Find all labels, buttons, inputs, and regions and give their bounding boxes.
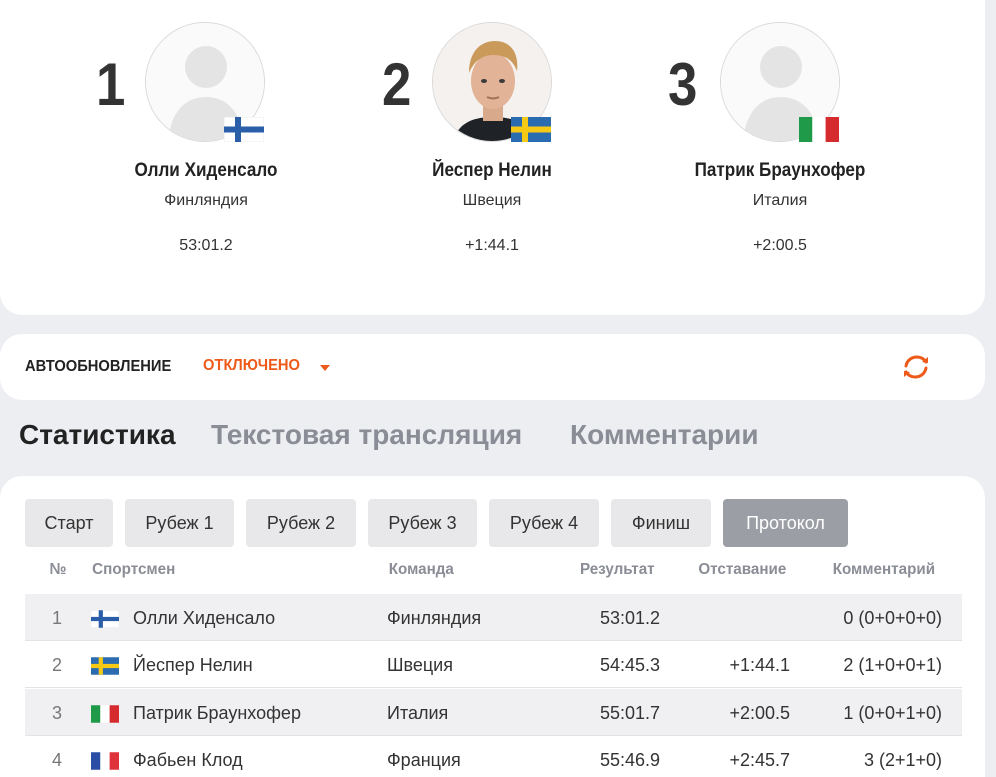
column-header-number: № bbox=[49, 561, 67, 578]
podium-card: 1 Олли Хиденсало Финляндия 53:01.2 2 Йес… bbox=[0, 0, 985, 315]
chevron-down-icon[interactable] bbox=[320, 365, 330, 371]
podium-country: Финляндия bbox=[164, 192, 248, 209]
segment-range2-button[interactable]: Рубеж 2 bbox=[246, 499, 356, 547]
row-gap: +1:44.1 bbox=[729, 655, 790, 675]
row-comment: 3 (2+1+0) bbox=[863, 750, 942, 770]
sweden-flag-icon bbox=[511, 117, 551, 142]
finland-flag-icon bbox=[91, 610, 119, 628]
podium-result: +2:00.5 bbox=[753, 237, 807, 254]
row-divider bbox=[25, 687, 962, 688]
row-team: Италия bbox=[387, 703, 449, 723]
podium-rank: 3 bbox=[668, 51, 698, 118]
podium-result: +1:44.1 bbox=[465, 237, 519, 254]
table-row[interactable]: 3 Патрик Браунхофер Италия 55:01.7 +2:00… bbox=[25, 689, 962, 736]
row-athlete[interactable]: Олли Хиденсало bbox=[133, 608, 275, 629]
row-athlete[interactable]: Патрик Браунхофер bbox=[133, 703, 301, 724]
row-athlete[interactable]: Йеспер Нелин bbox=[133, 655, 253, 676]
row-result: 54:45.3 bbox=[599, 655, 660, 675]
segment-range3-button[interactable]: Рубеж 3 bbox=[368, 499, 477, 547]
row-team: Франция bbox=[387, 750, 461, 770]
row-gap: +2:45.7 bbox=[729, 750, 790, 770]
podium-athlete-name[interactable]: Патрик Браунхофер bbox=[654, 160, 906, 182]
table-row[interactable]: 4 Фабьен Клод Франция 55:46.9 +2:45.7 3 … bbox=[25, 736, 962, 777]
row-result: 55:01.7 bbox=[599, 703, 660, 723]
row-team: Финляндия bbox=[387, 608, 482, 628]
row-comment: 1 (0+0+1+0) bbox=[843, 703, 942, 723]
segment-range4-button[interactable]: Рубеж 4 bbox=[489, 499, 599, 547]
table-row[interactable]: 2 Йеспер Нелин Швеция 54:45.3 +1:44.1 2 … bbox=[25, 641, 962, 688]
row-number: 1 bbox=[52, 608, 63, 628]
segment-start-button[interactable]: Старт bbox=[25, 499, 113, 547]
column-header-team: Команда bbox=[388, 561, 454, 578]
column-header-athlete: Спортсмен bbox=[92, 561, 176, 578]
tab-text-broadcast[interactable]: Текстовая трансляция bbox=[211, 419, 522, 451]
row-number: 3 bbox=[52, 703, 63, 723]
row-result: 55:46.9 bbox=[599, 750, 660, 770]
podium-country: Италия bbox=[752, 192, 808, 209]
segment-protocol-button[interactable]: Протокол bbox=[723, 499, 848, 547]
podium-athlete-name[interactable]: Йеспер Нелин bbox=[366, 160, 618, 182]
tab-statistics[interactable]: Статистика bbox=[19, 419, 176, 451]
sweden-flag-icon bbox=[91, 657, 119, 675]
row-athlete[interactable]: Фабьен Клод bbox=[133, 750, 243, 771]
france-flag-icon bbox=[91, 752, 119, 770]
row-gap: +2:00.5 bbox=[729, 703, 790, 723]
column-header-gap: Отставание bbox=[698, 561, 787, 578]
podium-athlete-name[interactable]: Олли Хиденсало bbox=[80, 160, 332, 182]
row-number: 2 bbox=[52, 655, 63, 675]
segment-finish-button[interactable]: Финиш bbox=[611, 499, 711, 547]
autoupdate-toggle[interactable]: ОТКЛЮЧЕНО bbox=[203, 357, 300, 375]
row-number: 4 bbox=[52, 750, 63, 770]
finland-flag-icon bbox=[224, 117, 264, 142]
row-result: 53:01.2 bbox=[599, 608, 660, 628]
autoupdate-label: АВТООБНОВЛЕНИЕ bbox=[25, 358, 172, 375]
table-row[interactable]: 1 Олли Хиденсало Финляндия 53:01.2 0 (0+… bbox=[25, 594, 962, 641]
row-comment: 2 (1+0+0+1) bbox=[843, 655, 942, 675]
podium-result: 53:01.2 bbox=[179, 237, 233, 254]
podium-rank: 2 bbox=[382, 51, 412, 118]
podium-country: Швеция bbox=[462, 192, 522, 209]
segment-range1-button[interactable]: Рубеж 1 bbox=[125, 499, 234, 547]
row-team: Швеция bbox=[387, 655, 453, 675]
column-header-result: Результат bbox=[579, 561, 655, 578]
podium-rank: 1 bbox=[96, 51, 126, 118]
italy-flag-icon bbox=[91, 705, 119, 723]
refresh-icon[interactable] bbox=[901, 354, 931, 380]
autoupdate-bar: АВТООБНОВЛЕНИЕ ОТКЛЮЧЕНО bbox=[0, 334, 985, 400]
row-comment: 0 (0+0+0+0) bbox=[843, 608, 942, 628]
column-header-comment: Комментарий bbox=[832, 561, 936, 578]
tab-comments[interactable]: Комментарии bbox=[570, 419, 759, 451]
italy-flag-icon bbox=[799, 117, 839, 142]
